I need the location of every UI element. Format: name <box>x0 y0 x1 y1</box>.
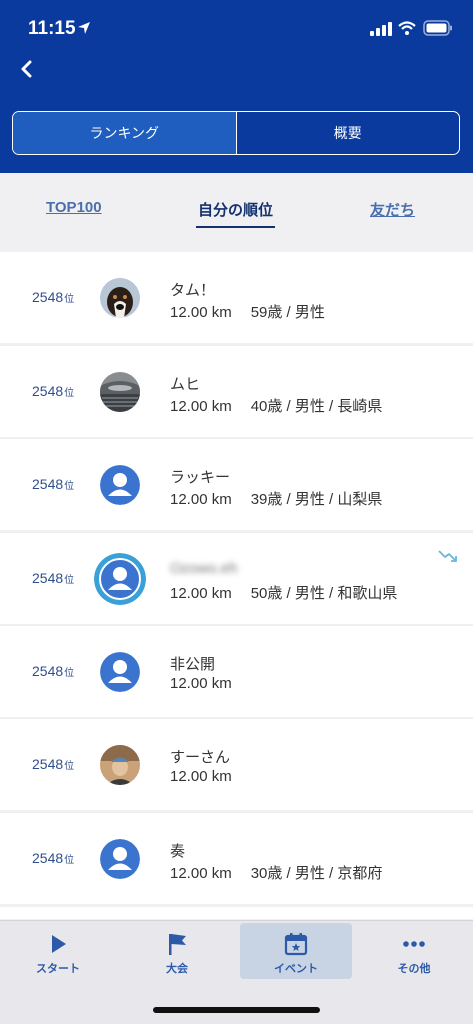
rank-value: 2548位 <box>32 850 75 866</box>
trend-down-icon <box>438 550 457 562</box>
segment-overview[interactable]: 概要 <box>235 112 460 154</box>
tab-top100[interactable]: TOP100 <box>46 199 102 216</box>
default-user-icon <box>100 839 140 879</box>
bottom-tab-bar: スタート 大会 イベント その他 <box>0 920 473 1024</box>
segmented-control: ランキング 概要 <box>12 111 460 155</box>
ranking-row[interactable]: 2548位 ラッキー 12.00 km 39歳 / 男性 / 山梨県 <box>0 439 473 530</box>
rank-value: 2548位 <box>32 756 75 772</box>
runner-info: 12.00 km 50歳 / 男性 / 和歌山県 <box>170 585 398 602</box>
more-icon <box>403 941 425 947</box>
runner-name: 非公開 <box>170 656 216 673</box>
rank-value: 2548位 <box>32 476 75 492</box>
runner-info: 12.00 km <box>170 768 232 785</box>
ranking-row[interactable]: 2548位 非公開 12.00 km <box>0 626 473 717</box>
tab-event[interactable]: イベント <box>240 923 352 979</box>
tab-start-label: スタート <box>36 963 80 975</box>
home-indicator <box>153 1007 320 1013</box>
runner-info: 12.00 km 30歳 / 男性 / 京都府 <box>170 865 383 882</box>
calendar-icon <box>284 933 308 956</box>
location-arrow-icon <box>78 22 90 34</box>
runner-info: 12.00 km 39歳 / 男性 / 山梨県 <box>170 491 383 508</box>
runner-name: Ozowo.eh <box>170 560 238 577</box>
ranking-row[interactable]: 2548位 すーさん 12.00 km <box>0 719 473 810</box>
person-avatar-icon <box>100 745 140 785</box>
ranking-row-self[interactable]: 2548位 Ozowo.eh 12.00 km 50歳 / 男性 / 和歌山県 <box>0 533 473 624</box>
stadium-avatar-icon <box>100 372 140 412</box>
runner-info: 12.00 km <box>170 675 232 692</box>
tab-event-label: イベント <box>274 963 318 975</box>
default-user-icon <box>100 465 140 505</box>
play-icon <box>52 935 66 953</box>
wifi-icon <box>398 21 416 35</box>
default-user-icon <box>94 553 146 605</box>
runner-name: ラッキー <box>170 469 231 486</box>
status-bar: 11:15 <box>0 0 473 56</box>
tab-my-rank[interactable]: 自分の順位 <box>195 199 276 228</box>
ranking-subtabs: TOP100 自分の順位 友だち <box>0 173 473 243</box>
rank-value: 2548位 <box>32 663 75 679</box>
signal-icon <box>370 22 392 36</box>
ranking-row[interactable]: 2548位 タム！ 12.00 km 59歳 / 男性 <box>0 252 473 343</box>
rank-value: 2548位 <box>32 570 75 586</box>
ranking-row[interactable]: 2548位 奏 12.00 km 30歳 / 男性 / 京都府 <box>0 813 473 904</box>
tab-race-label: 大会 <box>166 963 188 975</box>
tab-start[interactable]: スタート <box>2 923 114 979</box>
runner-name: 奏 <box>170 843 186 860</box>
default-user-icon <box>100 652 140 692</box>
tab-friends[interactable]: 友だち <box>370 199 415 220</box>
runner-name: すーさん <box>170 749 231 766</box>
runner-info: 12.00 km 40歳 / 男性 / 長崎県 <box>170 398 383 415</box>
back-chevron-icon[interactable] <box>14 56 40 82</box>
tab-more-label: その他 <box>397 963 431 975</box>
runner-name: ムヒ <box>170 376 201 393</box>
battery-icon <box>423 20 452 36</box>
ranking-row-partial <box>0 907 473 919</box>
status-time: 11:15 <box>28 18 76 39</box>
tab-race[interactable]: 大会 <box>121 923 233 979</box>
rank-value: 2548位 <box>32 289 75 305</box>
tab-more[interactable]: その他 <box>358 923 470 979</box>
ranking-row[interactable]: 2548位 ムヒ 12.00 km 40歳 / 男性 / 長崎県 <box>0 346 473 437</box>
dog-avatar-icon <box>100 278 140 318</box>
rank-value: 2548位 <box>32 383 75 399</box>
segment-ranking[interactable]: ランキング <box>13 112 236 154</box>
header: 11:15 ランキング 概要 <box>0 0 473 173</box>
runner-name: タム！ <box>170 282 216 299</box>
runner-info: 12.00 km 59歳 / 男性 <box>170 304 325 321</box>
flag-icon <box>169 934 186 955</box>
